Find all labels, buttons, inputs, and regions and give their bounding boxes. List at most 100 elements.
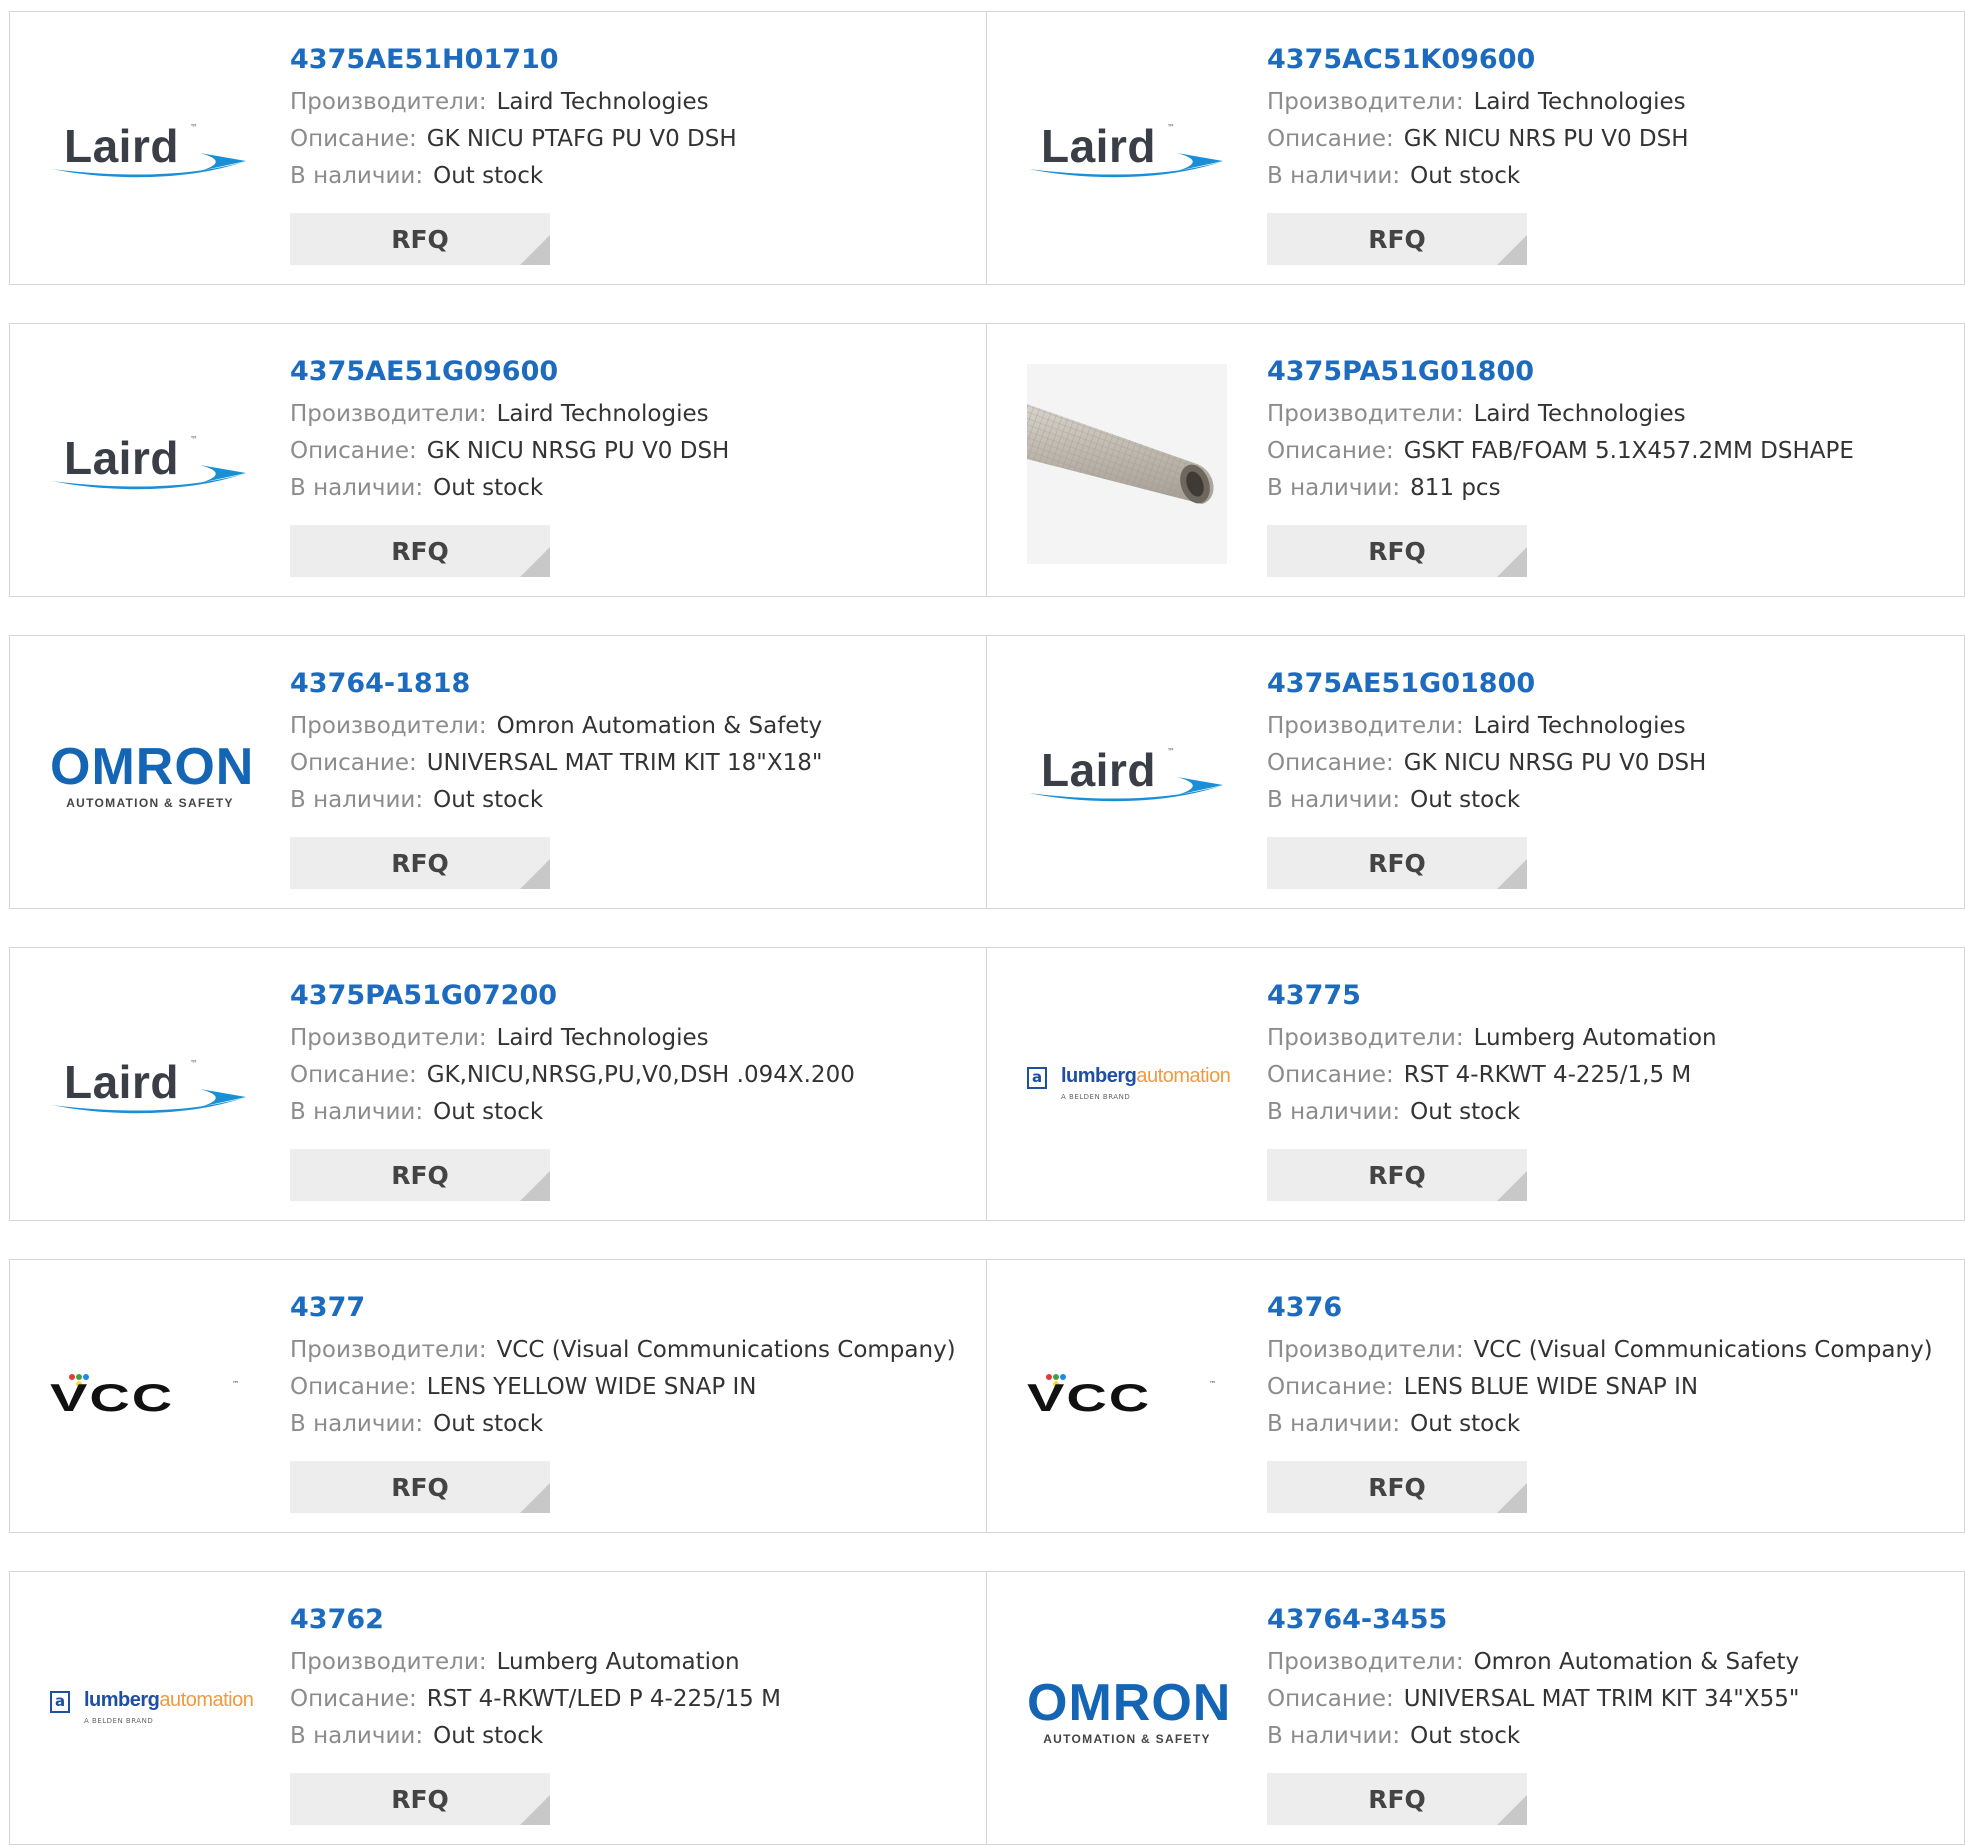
manufacturer-value: Omron Automation & Safety [496, 713, 823, 739]
vcc-logo: VCC ™ [1027, 1374, 1216, 1420]
manufacturer-line: Производители: VCC (Visual Communications… [290, 1332, 966, 1369]
stock-value: 811 pcs [1410, 475, 1501, 501]
description-line: Описание: UNIVERSAL MAT TRIM KIT 34"X55" [1267, 1681, 1944, 1718]
part-number-link[interactable]: 4377 [290, 1284, 966, 1332]
product-logo[interactable] [1027, 364, 1227, 564]
product-card: Laird ™ 4375AE51H01710 Производители: Lair… [9, 11, 987, 285]
part-number-link[interactable]: 4375AE51H01710 [290, 36, 966, 84]
product-card: 4375PA51G01800 Производители: Laird Techno… [987, 323, 1965, 597]
corner-triangle-icon [1497, 1483, 1527, 1513]
product-card: Laird ™ 4375AE51G09600 Производители: Lair… [9, 323, 987, 597]
part-number-link[interactable]: 43764-3455 [1267, 1596, 1944, 1644]
corner-triangle-icon [520, 235, 550, 265]
product-logo[interactable]: Laird ™ [50, 364, 250, 564]
description-value: RST 4-RKWT/LED P 4-225/15 M [426, 1686, 781, 1712]
stock-line: В наличии: Out stock [290, 470, 966, 507]
rfq-button[interactable]: RFQ [290, 525, 550, 577]
rfq-label: RFQ [1368, 1160, 1426, 1190]
product-logo[interactable]: Laird ™ [50, 988, 250, 1188]
product-info: 4375AC51K09600 Производители: Laird Techno… [1267, 36, 1944, 195]
stock-label: В наличии: [1267, 1723, 1401, 1749]
part-number-link[interactable]: 4375AC51K09600 [1267, 36, 1944, 84]
part-number-link[interactable]: 4375AE51G01800 [1267, 660, 1944, 708]
description-line: Описание: GK,NICU,NRSG,PU,V0,DSH .094X.20… [290, 1057, 966, 1094]
product-card: OMRON AUTOMATION & SAFETY 43764-1818 Прои… [9, 635, 987, 909]
description-label: Описание: [1267, 1062, 1394, 1088]
rfq-button[interactable]: RFQ [1267, 1149, 1527, 1201]
manufacturer-label: Производители: [1267, 1025, 1464, 1051]
description-label: Описание: [290, 750, 417, 776]
manufacturer-label: Производители: [290, 89, 487, 115]
lumberg-logo: a lumbergautomation A BELDEN BRAND [50, 1687, 254, 1737]
corner-triangle-icon [1497, 859, 1527, 889]
corner-triangle-icon [520, 859, 550, 889]
part-number-link[interactable]: 43762 [290, 1596, 966, 1644]
corner-triangle-icon [520, 1483, 550, 1513]
rfq-button[interactable]: RFQ [290, 213, 550, 265]
part-number-link[interactable]: 4375PA51G01800 [1267, 348, 1944, 396]
product-info: 4375AE51H01710 Производители: Laird Techno… [290, 36, 966, 195]
rfq-button[interactable]: RFQ [290, 1149, 550, 1201]
product-card: Laird ™ 4375AE51G01800 Производители: Lair… [987, 635, 1965, 909]
product-info: 4375PA51G07200 Производители: Laird Techno… [290, 972, 966, 1131]
part-number-link[interactable]: 43775 [1267, 972, 1944, 1020]
product-card: Laird ™ 4375PA51G07200 Производители: Lair… [9, 947, 987, 1221]
laird-logo: Laird ™ [50, 429, 250, 499]
product-logo[interactable]: VCC ™ [50, 1300, 250, 1500]
description-line: Описание: GSKT FAB/FOAM 5.1X457.2MM DSHAP… [1267, 433, 1944, 470]
description-label: Описание: [290, 438, 417, 464]
stock-value: Out stock [433, 163, 544, 189]
manufacturer-line: Производители: Lumberg Automation [1267, 1020, 1944, 1057]
product-logo[interactable]: a lumbergautomation A BELDEN BRAND [50, 1612, 254, 1812]
manufacturer-line: Производители: Lumberg Automation [290, 1644, 966, 1681]
product-grid: Laird ™ 4375AE51H01710 Производители: Lair… [0, 0, 1965, 1845]
product-logo[interactable]: VCC ™ [1027, 1300, 1227, 1500]
stock-line: В наличии: Out stock [1267, 782, 1944, 819]
stock-line: В наличии: Out stock [290, 782, 966, 819]
rfq-button[interactable]: RFQ [290, 1461, 550, 1513]
description-line: Описание: LENS YELLOW WIDE SNAP IN [290, 1369, 966, 1406]
rfq-button[interactable]: RFQ [290, 1773, 550, 1825]
stock-value: Out stock [433, 1099, 544, 1125]
rfq-button[interactable]: RFQ [290, 837, 550, 889]
rfq-button[interactable]: RFQ [1267, 213, 1527, 265]
part-number-link[interactable]: 4376 [1267, 1284, 1944, 1332]
manufacturer-value: VCC (Visual Communications Company) [496, 1337, 956, 1363]
stock-value: Out stock [433, 1411, 544, 1437]
stock-value: Out stock [1410, 1411, 1521, 1437]
rfq-button[interactable]: RFQ [1267, 1461, 1527, 1513]
manufacturer-line: Производители: Laird Technologies [1267, 84, 1944, 121]
rfq-button[interactable]: RFQ [1267, 1773, 1527, 1825]
product-logo[interactable]: OMRON AUTOMATION & SAFETY [50, 676, 255, 876]
manufacturer-label: Производители: [1267, 401, 1464, 427]
rfq-button[interactable]: RFQ [1267, 837, 1527, 889]
product-logo[interactable]: Laird ™ [1027, 52, 1227, 252]
product-logo[interactable]: OMRON AUTOMATION & SAFETY [1027, 1612, 1230, 1812]
description-label: Описание: [1267, 438, 1394, 464]
rfq-label: RFQ [391, 1160, 449, 1190]
description-label: Описание: [290, 1374, 417, 1400]
manufacturer-line: Производители: Laird Technologies [290, 396, 966, 433]
stock-label: В наличии: [290, 1411, 424, 1437]
product-card: VCC ™ 4376 Производители: VCC (Visual Comm… [987, 1259, 1965, 1533]
product-logo[interactable]: Laird ™ [1027, 676, 1227, 876]
stock-line: В наличии: Out stock [290, 1718, 966, 1755]
stock-line: В наличии: Out stock [290, 1406, 966, 1443]
manufacturer-value: Laird Technologies [496, 1025, 709, 1051]
corner-triangle-icon [1497, 547, 1527, 577]
vcc-logo: VCC ™ [50, 1374, 239, 1420]
manufacturer-line: Производители: Omron Automation & Safety [290, 708, 966, 745]
part-number-link[interactable]: 4375AE51G09600 [290, 348, 966, 396]
rfq-label: RFQ [391, 224, 449, 254]
description-value: GK,NICU,NRSG,PU,V0,DSH .094X.200 [426, 1062, 855, 1088]
corner-triangle-icon [1497, 235, 1527, 265]
rfq-button[interactable]: RFQ [1267, 525, 1527, 577]
product-logo[interactable]: Laird ™ [50, 52, 250, 252]
manufacturer-line: Производители: Laird Technologies [290, 84, 966, 121]
part-number-link[interactable]: 43764-1818 [290, 660, 966, 708]
stock-label: В наличии: [290, 787, 424, 813]
part-number-link[interactable]: 4375PA51G07200 [290, 972, 966, 1020]
omron-logo: OMRON AUTOMATION & SAFETY [50, 738, 255, 810]
product-logo[interactable]: a lumbergautomation A BELDEN BRAND [1027, 988, 1231, 1188]
manufacturer-label: Производители: [290, 401, 487, 427]
